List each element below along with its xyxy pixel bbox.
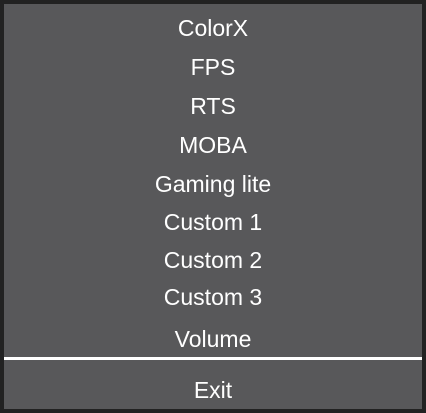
menu-list: ColorX FPS RTS MOBA Gaming lite Custom 1…	[4, 4, 422, 359]
osd-menu-panel: ColorX FPS RTS MOBA Gaming lite Custom 1…	[0, 0, 426, 413]
menu-item-gaming-lite[interactable]: Gaming lite	[4, 165, 422, 203]
exit-button[interactable]: Exit	[4, 374, 422, 406]
menu-item-custom-1[interactable]: Custom 1	[4, 203, 422, 241]
menu-item-custom-3[interactable]: Custom 3	[4, 278, 422, 316]
menu-item-moba[interactable]: MOBA	[4, 126, 422, 164]
menu-item-custom-2[interactable]: Custom 2	[4, 241, 422, 279]
menu-item-rts[interactable]: RTS	[4, 87, 422, 125]
menu-divider	[4, 357, 422, 360]
menu-item-fps[interactable]: FPS	[4, 48, 422, 86]
menu-item-volume[interactable]: Volume	[4, 320, 422, 358]
menu-item-colorx[interactable]: ColorX	[4, 9, 422, 47]
